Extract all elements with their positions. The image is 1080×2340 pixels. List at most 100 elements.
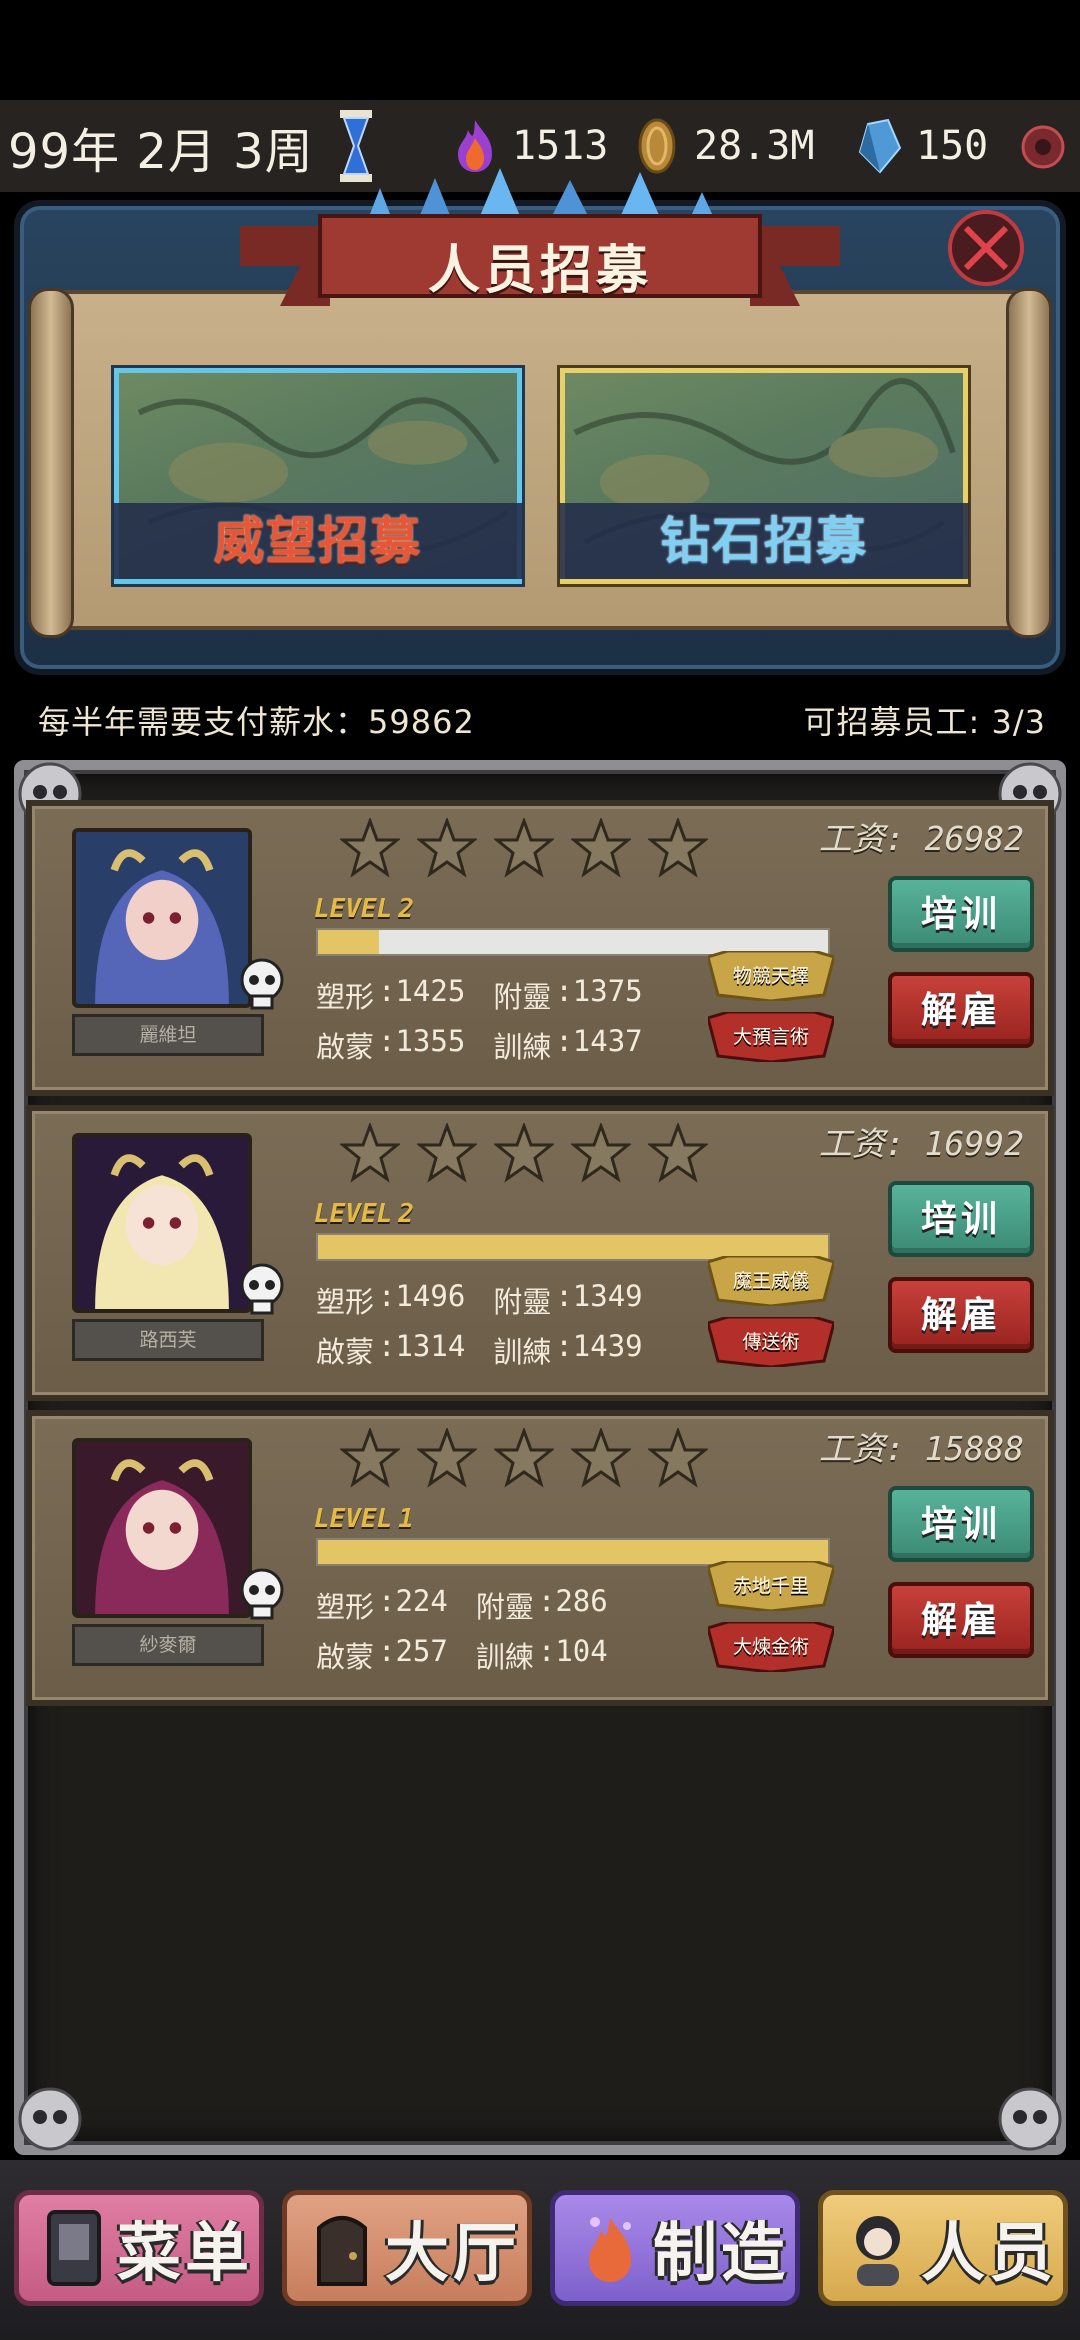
close-icon[interactable] — [944, 206, 1028, 290]
skill-label: 傳送術 — [742, 1331, 800, 1353]
stat-label: 訓練 — [493, 1030, 552, 1064]
flame-icon — [458, 120, 492, 172]
train-button[interactable]: 培训 — [888, 876, 1034, 952]
stat-value: :1496 — [378, 1279, 466, 1313]
diamond-recruit-label: 钻石招募 — [660, 512, 868, 570]
employee-card: 紗麥爾 LEVEL 1 塑形:224 附靈:286 啟蒙:257 訓練:104 — [26, 1410, 1054, 1706]
star-icon — [648, 818, 708, 878]
recruit-title: 人员招募 — [427, 241, 652, 301]
star-icon — [417, 1428, 477, 1488]
stat-value: :286 — [537, 1584, 608, 1618]
prestige-recruit-button[interactable]: 威望招募 — [113, 368, 523, 584]
stat-label: 塑形 — [316, 1285, 375, 1319]
diamond-recruit-button[interactable]: 钻石招募 — [559, 368, 969, 584]
employee-portrait[interactable] — [72, 1438, 252, 1618]
menu-book-icon — [47, 2210, 101, 2286]
wage-label: 工资: 16992 — [818, 1124, 1024, 1163]
skull-icon — [240, 1568, 284, 1620]
star-icon — [571, 1123, 631, 1183]
skill-badge: 物競天擇 — [708, 951, 834, 1001]
stat-label: 附靈 — [493, 980, 552, 1014]
character-portrait-image — [76, 1137, 248, 1309]
train-button[interactable]: 培训 — [888, 1486, 1034, 1562]
door-icon — [317, 2216, 367, 2286]
skill-badge: 大煉金術 — [708, 1622, 834, 1672]
star-icon — [494, 1428, 554, 1488]
fire-button[interactable]: 解雇 — [888, 972, 1034, 1048]
stat-row: 啟蒙:1314 訓練:1439 — [316, 1329, 643, 1371]
skull-icon — [240, 1263, 284, 1315]
skull-corner-icon — [998, 2087, 1062, 2151]
nav-menu-button[interactable]: 菜单 — [14, 2190, 264, 2306]
gem-resource: 150 — [856, 118, 988, 174]
skill-badge: 赤地千里 — [708, 1561, 834, 1611]
nav-hall-button[interactable]: 大厅 — [282, 2190, 532, 2306]
experience-fill — [318, 930, 380, 954]
stat-value: :1425 — [378, 974, 466, 1008]
stat-value: :257 — [378, 1634, 448, 1668]
skill-badge: 大預言術 — [708, 1012, 834, 1062]
level-label: LEVEL — [314, 894, 393, 924]
star-rating — [340, 818, 708, 878]
nav-staff-label: 人员 — [921, 2217, 1057, 2291]
stat-row: 啟蒙:257 訓練:104 — [316, 1634, 608, 1676]
star-rating — [340, 1428, 708, 1488]
level-indicator: LEVEL 2 — [314, 894, 414, 924]
wage-label: 工资: 26982 — [818, 819, 1024, 858]
star-icon — [494, 818, 554, 878]
employee-card: 路西芙 LEVEL 2 塑形:1496 附靈:1349 啟蒙:1314 訓練:14… — [26, 1105, 1054, 1401]
stat-value: :1314 — [378, 1329, 466, 1363]
employee-portrait[interactable] — [72, 828, 252, 1008]
nav-craft-button[interactable]: 制造 — [550, 2190, 800, 2306]
character-portrait-image — [76, 832, 248, 1004]
stat-row: 啟蒙:1355 訓練:1437 — [316, 1024, 643, 1066]
stat-label: 啟蒙 — [316, 1335, 375, 1369]
level-number: 2 — [398, 1199, 414, 1229]
person-icon — [856, 2216, 900, 2286]
gem-icon — [858, 118, 902, 174]
level-number: 2 — [398, 894, 414, 924]
level-indicator: LEVEL 2 — [314, 1199, 414, 1229]
stat-value: :1437 — [555, 1024, 643, 1058]
skill-label: 物競天擇 — [732, 965, 809, 987]
level-number: 1 — [398, 1504, 414, 1534]
level-label: LEVEL — [314, 1199, 393, 1229]
stat-label: 附靈 — [493, 1285, 552, 1319]
recruit-slots-info: 可招募员工: 3/3 — [803, 703, 1046, 741]
skill-label: 大預言術 — [732, 1026, 809, 1048]
star-icon — [340, 818, 400, 878]
skill-badge: 傳送術 — [708, 1317, 834, 1367]
star-icon — [571, 818, 631, 878]
stat-value: :1355 — [378, 1024, 466, 1058]
fire-button[interactable]: 解雇 — [888, 1582, 1034, 1658]
star-icon — [417, 1123, 477, 1183]
stat-row: 塑形:1425 附靈:1375 — [316, 974, 643, 1016]
bottom-navigation: 菜单 大厅 制造 人员 — [0, 2160, 1080, 2340]
stat-label: 塑形 — [316, 980, 375, 1014]
star-icon — [648, 1428, 708, 1488]
stat-value: :1349 — [555, 1279, 643, 1313]
stat-label: 啟蒙 — [316, 1030, 375, 1064]
star-icon — [340, 1428, 400, 1488]
stat-row: 塑形:1496 附靈:1349 — [316, 1279, 643, 1321]
employee-portrait[interactable] — [72, 1133, 252, 1313]
skill-label: 魔王威儀 — [732, 1270, 809, 1292]
stat-label: 附靈 — [475, 1590, 534, 1624]
nav-staff-button[interactable]: 人员 — [818, 2190, 1068, 2306]
level-indicator: LEVEL 1 — [314, 1504, 414, 1534]
nav-craft-label: 制造 — [653, 2217, 789, 2291]
coin-resource: 28.3M — [634, 118, 814, 174]
settings-icon[interactable] — [1020, 124, 1066, 170]
employee-name: 紗麥爾 — [72, 1624, 264, 1666]
salary-info: 每半年需要支付薪水：59862 — [38, 703, 475, 741]
stat-label: 訓練 — [475, 1640, 534, 1674]
nav-menu-label: 菜单 — [117, 2217, 253, 2291]
star-icon — [494, 1123, 554, 1183]
stat-value: :1439 — [555, 1329, 643, 1363]
train-button[interactable]: 培训 — [888, 1181, 1034, 1257]
fire-button[interactable]: 解雇 — [888, 1277, 1034, 1353]
prestige-recruit-label: 威望招募 — [214, 512, 422, 570]
stat-label: 塑形 — [316, 1590, 375, 1624]
character-portrait-image — [76, 1442, 248, 1614]
skill-label: 赤地千里 — [732, 1575, 809, 1597]
